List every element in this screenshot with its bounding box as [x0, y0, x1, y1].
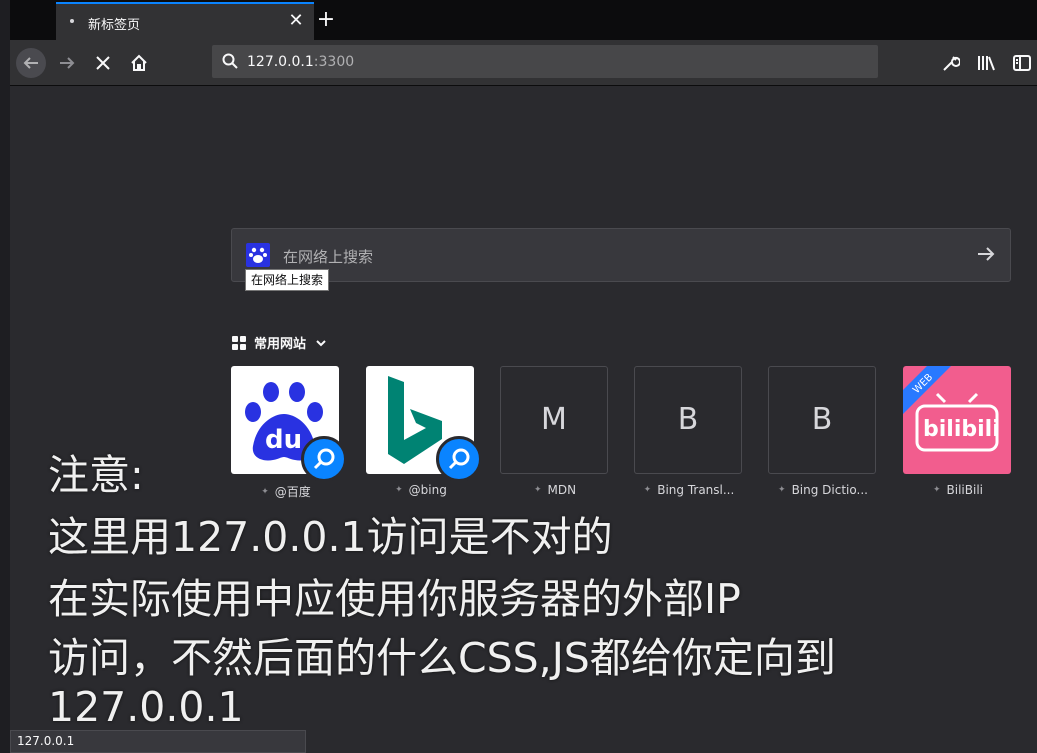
- sidebar-button[interactable]: [1011, 52, 1033, 74]
- tile-letter: B: [677, 402, 699, 437]
- top-site-caption: ✦ MDN: [498, 483, 612, 497]
- top-site-bing[interactable]: ✦ @bing: [366, 366, 482, 497]
- forward-button[interactable]: [52, 48, 82, 78]
- top-sites-heading: 常用网站: [254, 337, 307, 352]
- address-bar[interactable]: 127.0.0.1:3300: [212, 45, 878, 78]
- tile-letter: B: [811, 402, 833, 437]
- tab-title: 新标签页: [88, 18, 141, 33]
- top-site-bing-translator[interactable]: B ✦ Bing Transl...: [634, 366, 742, 497]
- status-bar: 127.0.0.1: [10, 730, 306, 753]
- search-placeholder: 在网络上搜索: [283, 248, 374, 266]
- bilibili-logo-icon: WEB bilibili: [903, 366, 1000, 452]
- pin-icon: ✦: [643, 485, 652, 495]
- note-line-4: 访问，不然后面的什么CSS,JS都给你定向到: [48, 634, 836, 682]
- top-site-bilibili[interactable]: WEB bilibili ✦ BiliBili: [903, 366, 1011, 497]
- chevron-down-icon: [316, 339, 326, 346]
- search-tooltip: 在网络上搜索: [245, 269, 330, 291]
- loading-dot-icon: [70, 19, 74, 23]
- top-site-label: Bing Dictio...: [791, 483, 868, 497]
- tab-new-tab[interactable]: 新标签页 ✕: [56, 2, 314, 40]
- search-icon: [222, 53, 238, 69]
- navigation-toolbar: 127.0.0.1:3300: [10, 40, 1037, 86]
- library-button[interactable]: [975, 52, 997, 74]
- new-tab-button[interactable]: +: [314, 8, 338, 32]
- top-site-caption: ✦ Bing Transl...: [632, 483, 746, 497]
- svg-text:bilibili: bilibili: [923, 417, 1000, 442]
- pin-icon: ✦: [778, 485, 786, 495]
- search-badge-icon: [436, 436, 482, 482]
- tab-bar: 新标签页 ✕ +: [10, 0, 1037, 40]
- top-sites-header[interactable]: 常用网站: [232, 333, 326, 352]
- url-text: 127.0.0.1:3300: [247, 54, 354, 70]
- tab-close-button[interactable]: ✕: [286, 11, 306, 31]
- top-site-caption: ✦ BiliBili: [901, 483, 1015, 497]
- top-site-caption: ✦ @百度: [229, 483, 343, 500]
- pin-icon: ✦: [533, 485, 542, 495]
- developer-tools-button[interactable]: [940, 52, 962, 74]
- top-site-label: Bing Transl...: [657, 483, 735, 497]
- url-port: :3300: [313, 54, 355, 70]
- top-site-label: @bing: [408, 483, 447, 497]
- top-site-bing-dictionary[interactable]: B ✦ Bing Dictio...: [768, 366, 876, 497]
- wrench-icon: [943, 56, 960, 71]
- letter-tile: M: [500, 366, 608, 474]
- svg-text:du: du: [265, 425, 302, 455]
- home-button[interactable]: [124, 48, 154, 78]
- background-window-edge: [0, 0, 10, 753]
- bilibili-logo-tile: WEB bilibili: [903, 366, 1011, 474]
- grid-icon: [232, 335, 246, 350]
- back-arrow-icon: [23, 57, 38, 69]
- stop-x-icon: [96, 56, 110, 70]
- top-site-mdn[interactable]: M ✦ MDN: [500, 366, 608, 497]
- library-icon: [978, 56, 995, 71]
- baidu-paw-icon: [246, 243, 270, 267]
- back-button[interactable]: [16, 48, 46, 78]
- pin-icon: ✦: [395, 485, 403, 495]
- home-icon: [131, 54, 147, 71]
- note-line-3: 在实际使用中应使用你服务器的外部IP: [48, 575, 741, 623]
- web-search-box[interactable]: 在网络上搜索: [231, 228, 1011, 282]
- forward-arrow-icon: [60, 57, 75, 69]
- top-site-label: @百度: [274, 485, 311, 499]
- top-site-label: BiliBili: [946, 483, 983, 497]
- letter-tile: B: [768, 366, 876, 474]
- arrow-right-icon[interactable]: [976, 244, 996, 264]
- url-host: 127.0.0.1: [247, 54, 314, 70]
- sidebar-icon: [1013, 55, 1031, 71]
- top-site-label: MDN: [547, 483, 577, 497]
- letter-tile: B: [634, 366, 742, 474]
- baidu-logo-tile: du: [231, 366, 347, 482]
- pin-icon: ✦: [932, 485, 941, 495]
- top-site-caption: ✦ @bing: [364, 483, 478, 497]
- pin-icon: ✦: [261, 486, 269, 497]
- top-site-caption: ✦ Bing Dictio...: [766, 483, 880, 497]
- bing-logo-tile: [366, 366, 482, 482]
- note-line-2: 这里用127.0.0.1访问是不对的: [48, 513, 613, 561]
- tile-letter: M: [541, 402, 567, 437]
- stop-button[interactable]: [88, 48, 118, 78]
- search-badge-icon: [301, 436, 347, 482]
- top-site-baidu[interactable]: du ✦ @百度: [231, 366, 347, 499]
- note-line-1: 注意:: [48, 451, 144, 499]
- note-line-5: 127.0.0.1: [48, 683, 244, 731]
